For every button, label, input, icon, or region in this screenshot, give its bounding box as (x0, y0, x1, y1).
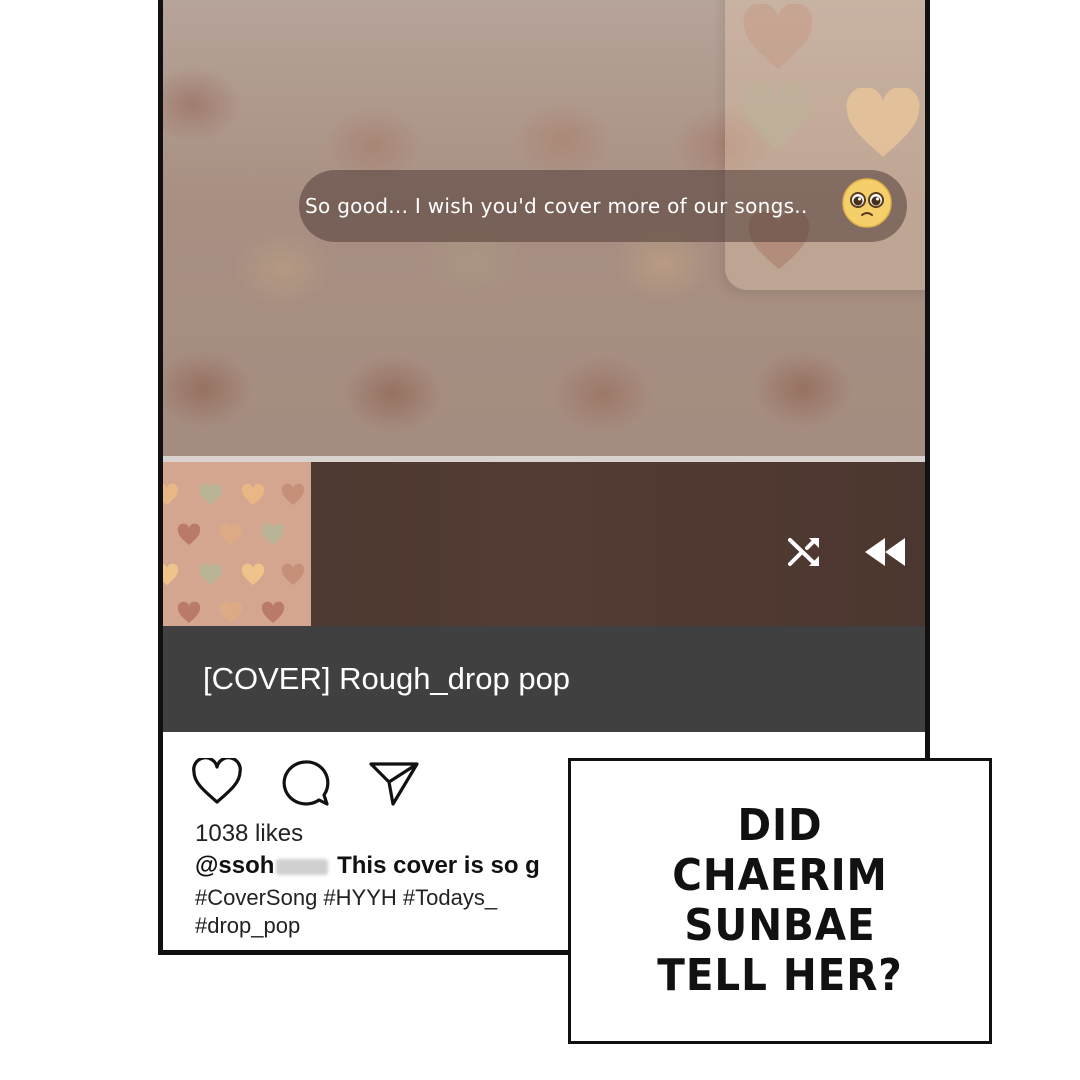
hashtags: #CoverSong #HYYH #Todays_ #drop_pop (195, 884, 497, 940)
up-next-strip (163, 462, 925, 626)
username-link[interactable]: @ssoh (195, 852, 274, 879)
heart-pattern-image (163, 483, 305, 623)
narration-box: DID CHAERIM SUNBAE TELL HER? (568, 758, 992, 1044)
rewind-icon[interactable] (861, 532, 907, 572)
hashtag-line[interactable]: #drop_pop (195, 912, 497, 940)
pleading-face-emoji-icon (842, 178, 892, 228)
comment-icon[interactable] (279, 758, 331, 808)
heart-like-icon[interactable] (191, 758, 243, 806)
hashtag-line[interactable]: #CoverSong #HYYH #Todays_ (195, 884, 497, 912)
shuffle-icon[interactable] (785, 532, 825, 572)
heart-decoration-icon (741, 84, 811, 149)
likes-count: 1038 likes (195, 820, 304, 847)
share-send-icon[interactable] (367, 758, 421, 808)
video-player[interactable]: So good... I wish you'd cover more of ou… (163, 0, 925, 464)
heart-decoration-icon (846, 88, 920, 157)
live-comment-text: So good... I wish you'd cover more of ou… (305, 194, 808, 218)
queue-thumbnail[interactable] (163, 462, 311, 626)
post-caption: @ssoh This cover is so g (195, 852, 540, 880)
heart-decoration-icon (743, 4, 813, 69)
song-title: [COVER] Rough_drop pop (203, 661, 571, 696)
censored-username-part (276, 858, 329, 875)
narration-text: DID CHAERIM SUNBAE TELL HER? (657, 800, 903, 1001)
caption-text: This cover is so g (337, 852, 540, 879)
song-title-bar: [COVER] Rough_drop pop (163, 626, 925, 732)
video-inset-thumbnail (725, 0, 925, 290)
live-comment-bubble: So good... I wish you'd cover more of ou… (299, 170, 907, 242)
